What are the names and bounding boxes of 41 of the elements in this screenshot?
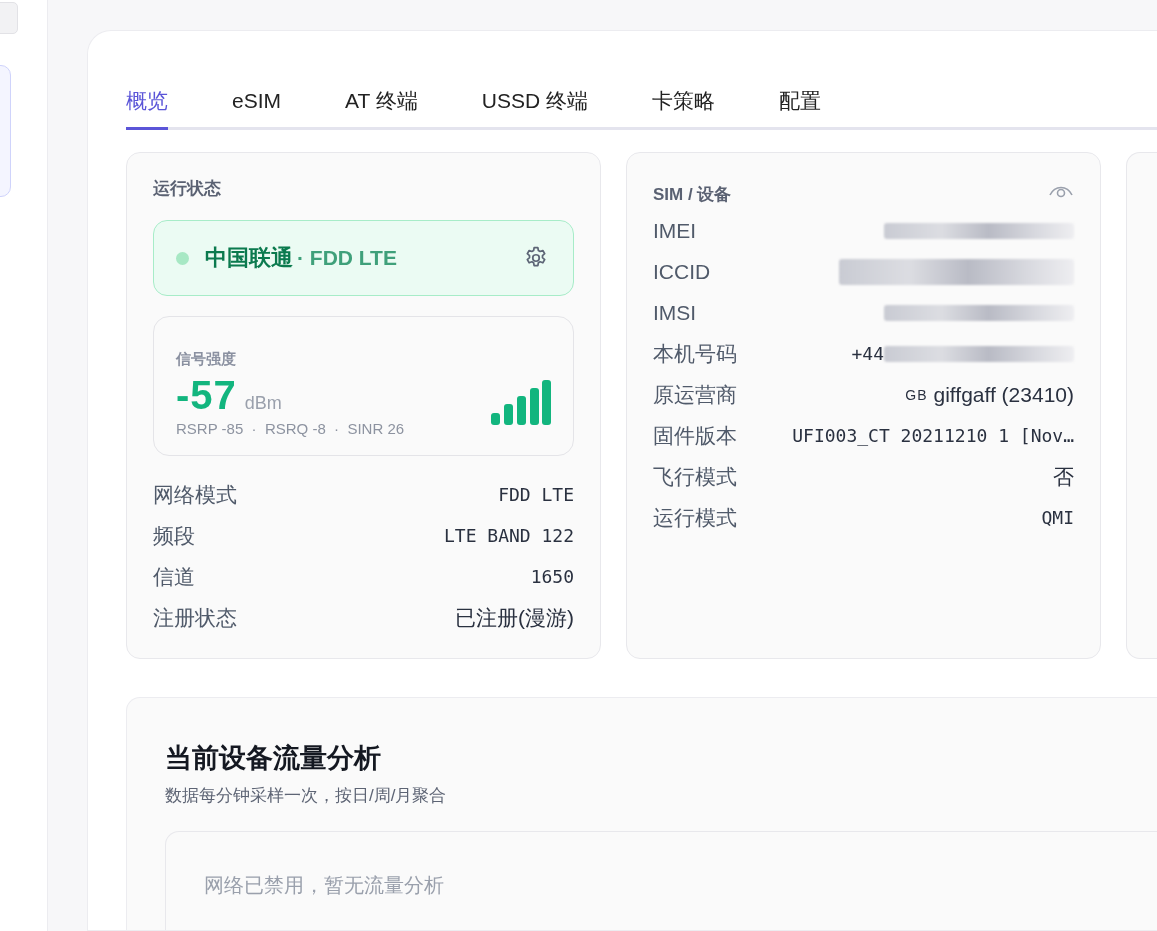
network-type: · FDD LTE <box>297 246 397 270</box>
field-label: 注册状态 <box>153 604 237 631</box>
tab[interactable]: USSD 终端 <box>481 87 588 130</box>
field-label: 信道 <box>153 563 195 590</box>
section-title: 当前设备流量分析 <box>165 742 382 775</box>
signal-details: RSRP -85 · RSRQ -8 · SINR 26 <box>176 420 405 437</box>
tab[interactable]: eSIM <box>232 87 281 130</box>
signal-unit: dBm <box>244 393 282 414</box>
field-label: 本机号码 <box>653 340 737 367</box>
field-label: IMEI <box>653 218 697 243</box>
field-label: 固件版本 <box>653 422 737 449</box>
status-dot <box>176 251 189 265</box>
field-value: 否 <box>1053 463 1074 490</box>
field-label: 网络模式 <box>153 481 237 508</box>
tab[interactable]: 卡策略 <box>651 87 715 130</box>
field-value: UFI003_CT 20211210 1 [Nov… <box>792 425 1074 446</box>
field-value: 已注册(漫游) <box>455 604 574 631</box>
field-label: 频段 <box>153 522 195 549</box>
field-label: 原运营商 <box>653 381 737 408</box>
field-label: IMSI <box>653 300 697 325</box>
section-subtitle: 数据每分钟采样一次，按日/周/月聚合 <box>165 785 448 807</box>
field-label: 飞行模式 <box>653 463 737 490</box>
field-value: FDD LTE <box>498 484 574 505</box>
field-value: +44 <box>851 343 884 364</box>
card-title: SIM / 设备 <box>653 184 732 206</box>
field-label: ICCID <box>653 259 711 284</box>
tab[interactable]: 概览 <box>126 87 168 130</box>
country-code: GB <box>905 386 928 403</box>
tab[interactable]: AT 终端 <box>345 87 418 130</box>
field-value: 1650 <box>530 566 574 587</box>
tab[interactable]: 配置 <box>778 87 821 130</box>
signal-label: 信号强度 <box>176 350 237 369</box>
card-title: 运行状态 <box>153 178 222 200</box>
field-value: giffgaff (23410) <box>933 382 1074 407</box>
signal-value: -57 <box>176 373 237 418</box>
signal-bars-icon <box>491 380 551 425</box>
empty-message: 网络已禁用，暂无流量分析 <box>204 874 444 896</box>
field-value: QMI <box>1041 507 1074 528</box>
field-label: 运行模式 <box>653 504 737 531</box>
carrier-name: 中国联通 <box>205 244 293 272</box>
field-value: LTE BAND 122 <box>443 525 574 546</box>
